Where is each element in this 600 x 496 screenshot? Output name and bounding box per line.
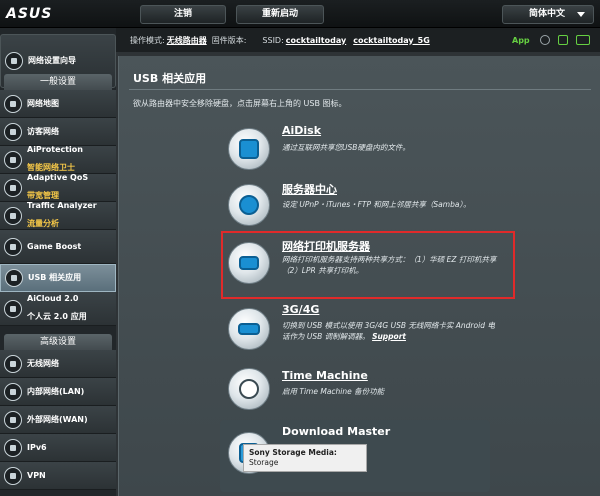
lan-icon [4,382,22,401]
title-divider [129,89,591,90]
time-machine-icon[interactable] [228,368,270,410]
ssid-24g-link[interactable]: cocktailtoday [286,36,346,45]
globe-icon [4,410,22,429]
sidebar-item-adaptive-qos[interactable]: Adaptive QoS 带宽管理 [0,173,116,202]
sidebar-item-label: AiCloud 2.0 [27,294,79,303]
download-master-link[interactable]: Download Master [282,425,390,438]
aidisk-icon[interactable] [228,128,270,170]
guest-network-icon [4,122,22,141]
cloud-icon [4,299,22,318]
usb-icon [5,269,23,287]
sidebar-item-label: 无线网络 [27,358,59,368]
sidebar-item-label: VPN [27,470,46,480]
vpn-icon [4,466,22,485]
usb-device-tooltip: Sony Storage Media: Storage [243,444,367,472]
app-link[interactable]: App [512,36,530,45]
language-label: 简体中文 [529,9,566,19]
sidebar-item-aiprotection[interactable]: AiProtection 智能网络卫士 [0,145,116,174]
sidebar-item-label: 网络设置向导 [28,56,76,65]
sidebar-item-label: Game Boost [27,241,82,251]
server-center-icon[interactable] [228,184,270,226]
sidebar-item-usb-application[interactable]: USB 相关应用 [0,264,116,292]
tooltip-subtitle: Storage [249,458,279,467]
wizard-icon [5,52,23,70]
sidebar-item-ipv6[interactable]: IPv6 [0,434,116,462]
printer-server-highlight [221,231,515,299]
server-center-link[interactable]: 服务器中心 [282,181,337,197]
sidebar: 网络设置向导 一般设置 网络地图 访客网络 AiProtection 智能网络卫… [0,28,116,496]
user-icon[interactable] [540,35,550,45]
sidebar-item-sublabel: 带宽管理 [27,191,59,200]
ssid-5g-link[interactable]: cocktailtoday_5G [353,36,430,45]
aidisk-link[interactable]: AiDisk [282,124,321,137]
sidebar-item-lan[interactable]: 内部网络(LAN) [0,378,116,406]
support-link[interactable]: Support [372,332,406,341]
firmware-label: 固件版本: [211,35,247,45]
shield-icon [4,150,22,169]
network-map-icon [4,94,22,113]
status-bar: 操作模式: 无线路由器 固件版本: SSID: cocktailtoday co… [116,28,600,52]
sidebar-item-label: Traffic Analyzer [27,201,97,210]
usb-icon[interactable] [576,35,590,45]
gamepad-icon [4,237,22,256]
sidebar-item-label: USB 相关应用 [28,273,82,282]
logout-button[interactable]: 注销 [140,5,226,24]
sidebar-item-label: IPv6 [27,442,47,452]
page-title: USB 相关应用 [133,72,207,85]
advanced-section-header: 高级设置 [4,334,112,350]
3g4g-link[interactable]: 3G/4G [282,303,319,316]
sidebar-item-vpn[interactable]: VPN [0,462,116,490]
language-select[interactable]: 简体中文 [502,5,594,24]
server-center-description: 设定 UPnP・iTunes・FTP 和网上邻居共享（Samba）。 [282,200,471,209]
aidisk-description: 通过互联网共享您USB硬盘内的文件。 [282,143,410,152]
speedometer-icon [4,178,22,197]
sidebar-item-aicloud[interactable]: AiCloud 2.0 个人云 2.0 应用 [0,292,116,326]
mode-value-link[interactable]: 无线路由器 [167,35,207,46]
page-description: 欲从路由器中安全移除硬盘，点击屏幕右上角的 USB 图标。 [133,99,347,108]
sidebar-item-game-boost[interactable]: Game Boost [0,230,116,264]
chart-icon [4,206,22,225]
modem-icon[interactable] [228,308,270,350]
sidebar-item-label: 外部网络(WAN) [27,414,88,424]
sidebar-item-network-map[interactable]: 网络地图 [0,90,116,118]
reboot-button[interactable]: 重新启动 [236,5,324,24]
ssid-label: SSID: [262,35,284,45]
ipv6-icon [4,438,22,457]
sidebar-item-label: 访客网络 [27,126,59,136]
asus-logo: ASUS [6,6,53,22]
sidebar-item-sublabel: 流量分析 [27,219,59,228]
sidebar-item-wan[interactable]: 外部网络(WAN) [0,406,116,434]
tooltip-title: Sony Storage Media: [249,448,337,457]
wifi-icon [4,354,22,373]
3g4g-description: 切换到 USB 模式以使用 3G/4G USB 无线网络卡实 Android 电… [282,320,502,342]
sidebar-item-sublabel: 个人云 2.0 应用 [27,312,87,321]
top-bar: ASUS 注销 重新启动 简体中文 [0,0,600,28]
general-section-header: 一般设置 [4,74,112,90]
network-icon[interactable] [558,35,568,45]
sidebar-item-label: AiProtection [27,145,83,154]
chevron-down-icon [577,12,585,17]
sidebar-item-sublabel: 智能网络卫士 [27,163,75,172]
mode-label: 操作模式: [130,35,165,45]
time-machine-link[interactable]: Time Machine [282,369,368,382]
sidebar-item-label: 网络地图 [27,98,59,108]
time-machine-description: 启用 Time Machine 备份功能 [282,387,385,396]
sidebar-item-wireless[interactable]: 无线网络 [0,350,116,378]
sidebar-item-traffic-analyzer[interactable]: Traffic Analyzer 流量分析 [0,201,116,230]
sidebar-item-label: 内部网络(LAN) [27,386,85,396]
sidebar-item-label: Adaptive QoS [27,173,89,182]
sidebar-item-guest-network[interactable]: 访客网络 [0,118,116,146]
